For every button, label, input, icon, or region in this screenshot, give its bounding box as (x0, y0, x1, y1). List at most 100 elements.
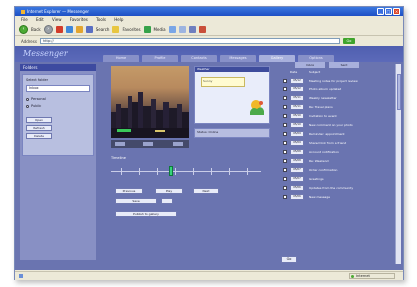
list-item[interactable]: 05/10 Invitation to event (283, 113, 389, 119)
row-subject[interactable]: Meeting notes for project review (309, 78, 389, 84)
print-icon[interactable] (188, 25, 196, 33)
previous-button[interactable]: Previous (115, 188, 143, 194)
row-checkbox[interactable] (283, 87, 287, 91)
row-checkbox[interactable] (283, 114, 287, 118)
list-item[interactable]: 05/07 Greetings (283, 176, 389, 182)
radio-personal[interactable]: Personal (26, 97, 90, 101)
list-tab-sent[interactable]: Sent (329, 62, 359, 68)
list-item[interactable]: 05/09 Reminder: appointment (283, 131, 389, 137)
row-checkbox[interactable] (283, 195, 287, 199)
timeline-slider[interactable] (111, 164, 261, 178)
row-subject[interactable]: Re: Travel plans (309, 104, 389, 110)
menu-favorites[interactable]: Favorites (70, 17, 88, 22)
page-scrollbar[interactable] (395, 64, 401, 264)
row-subject[interactable]: Shared link from a friend (309, 140, 389, 146)
menu-edit[interactable]: Edit (36, 17, 44, 22)
list-item[interactable]: 05/09 Shared link from a friend (283, 140, 389, 146)
edit-icon[interactable] (198, 25, 206, 33)
list-item[interactable]: 05/12 Meeting notes for project review (283, 78, 389, 84)
stop-icon[interactable] (55, 25, 63, 33)
row-subject[interactable]: Re: Weekend (309, 158, 389, 164)
menu-file[interactable]: File (21, 17, 28, 22)
row-subject[interactable]: New message (309, 194, 389, 200)
media-icon[interactable] (143, 25, 151, 33)
publish-button[interactable]: Publish to gallery (115, 211, 177, 217)
menu-tools[interactable]: Tools (96, 17, 106, 22)
column-subject[interactable]: Subject (309, 70, 320, 75)
row-subject[interactable]: Order confirmation (309, 167, 389, 173)
list-item[interactable]: 05/06 New message (283, 194, 389, 200)
list-item[interactable]: 05/10 New comment on your photo (283, 122, 389, 128)
favorites-icon[interactable] (112, 25, 120, 33)
photo-next-button[interactable] (173, 142, 183, 146)
next-button[interactable]: Next (193, 188, 219, 194)
tab-home[interactable]: Home (103, 55, 139, 62)
row-checkbox[interactable] (283, 123, 287, 127)
tab-options[interactable]: Options (298, 55, 334, 62)
row-checkbox[interactable] (283, 79, 287, 83)
list-item[interactable]: 05/08 Re: Weekend (283, 158, 389, 164)
maximize-button[interactable]: □ (385, 8, 392, 15)
list-item[interactable]: 05/06 Updates from the community (283, 185, 389, 191)
row-subject[interactable]: Account notification (309, 149, 389, 155)
list-tab-inbox[interactable]: Inbox (295, 62, 325, 68)
city-photo[interactable] (111, 66, 189, 138)
row-subject[interactable]: Invitation to event (309, 113, 389, 119)
slider-thumb[interactable] (169, 166, 173, 176)
delete-button[interactable]: Delete (26, 133, 52, 139)
scrollbar-thumb[interactable] (397, 74, 401, 110)
history-icon[interactable] (168, 25, 176, 33)
back-button[interactable]: ‹ (19, 24, 28, 34)
row-checkbox[interactable] (283, 150, 287, 154)
minimize-button[interactable]: _ (377, 8, 384, 15)
tab-gallery[interactable]: Gallery (259, 55, 295, 62)
list-item[interactable]: 05/07 Order confirmation (283, 167, 389, 173)
photo-prev-button[interactable] (115, 142, 125, 146)
row-checkbox[interactable] (283, 141, 287, 145)
row-subject[interactable]: Greetings (309, 176, 389, 182)
refresh-icon[interactable] (65, 25, 73, 33)
row-checkbox[interactable] (283, 186, 287, 190)
list-item[interactable]: 05/12 Photo album updated (283, 86, 389, 92)
menu-view[interactable]: View (52, 17, 62, 22)
tab-profile[interactable]: Profile (142, 55, 178, 62)
tab-messages[interactable]: Messages (220, 55, 256, 62)
mail-icon[interactable] (178, 25, 186, 33)
list-item[interactable]: 05/08 Account notification (283, 149, 389, 155)
slider-tick (121, 168, 122, 175)
row-checkbox[interactable] (283, 159, 287, 163)
row-checkbox[interactable] (283, 132, 287, 136)
radio-personal-label: Personal (31, 97, 46, 101)
column-date[interactable]: Date (290, 70, 297, 75)
folder-select[interactable]: Inbox (26, 85, 90, 92)
row-subject[interactable]: Photo album updated (309, 86, 389, 92)
open-button[interactable]: Open (26, 117, 52, 123)
menu-help[interactable]: Help (114, 17, 123, 22)
home-icon[interactable] (75, 25, 83, 33)
tab-contacts[interactable]: Contacts (181, 55, 217, 62)
radio-public[interactable]: Public (26, 104, 90, 108)
row-checkbox[interactable] (283, 177, 287, 181)
row-subject[interactable]: New comment on your photo (309, 122, 389, 128)
list-item[interactable]: 05/11 Re: Travel plans (283, 104, 389, 110)
row-subject[interactable]: Updates from the community (309, 185, 389, 191)
row-date: 05/08 (290, 149, 304, 155)
slider-tick (211, 168, 212, 175)
row-checkbox[interactable] (283, 96, 287, 100)
row-subject[interactable]: Weekly newsletter (309, 95, 389, 101)
row-subject[interactable]: Reminder: appointment (309, 131, 389, 137)
list-go-button[interactable]: Go (281, 256, 297, 263)
search-icon[interactable] (85, 25, 93, 33)
save-button[interactable]: Save (115, 198, 157, 204)
address-input[interactable]: http:// (39, 38, 340, 44)
go-button[interactable]: Go (342, 38, 355, 44)
play-button[interactable]: Play (155, 188, 183, 194)
row-checkbox[interactable] (283, 168, 287, 172)
photo-zoom-button[interactable] (143, 142, 153, 146)
forward-button[interactable]: › (43, 24, 53, 34)
refresh-button[interactable]: Refresh (26, 125, 52, 131)
list-item[interactable]: 05/11 Weekly newsletter (283, 95, 389, 101)
close-button[interactable]: × (393, 8, 400, 15)
save-options-button[interactable] (161, 198, 173, 204)
row-checkbox[interactable] (283, 105, 287, 109)
